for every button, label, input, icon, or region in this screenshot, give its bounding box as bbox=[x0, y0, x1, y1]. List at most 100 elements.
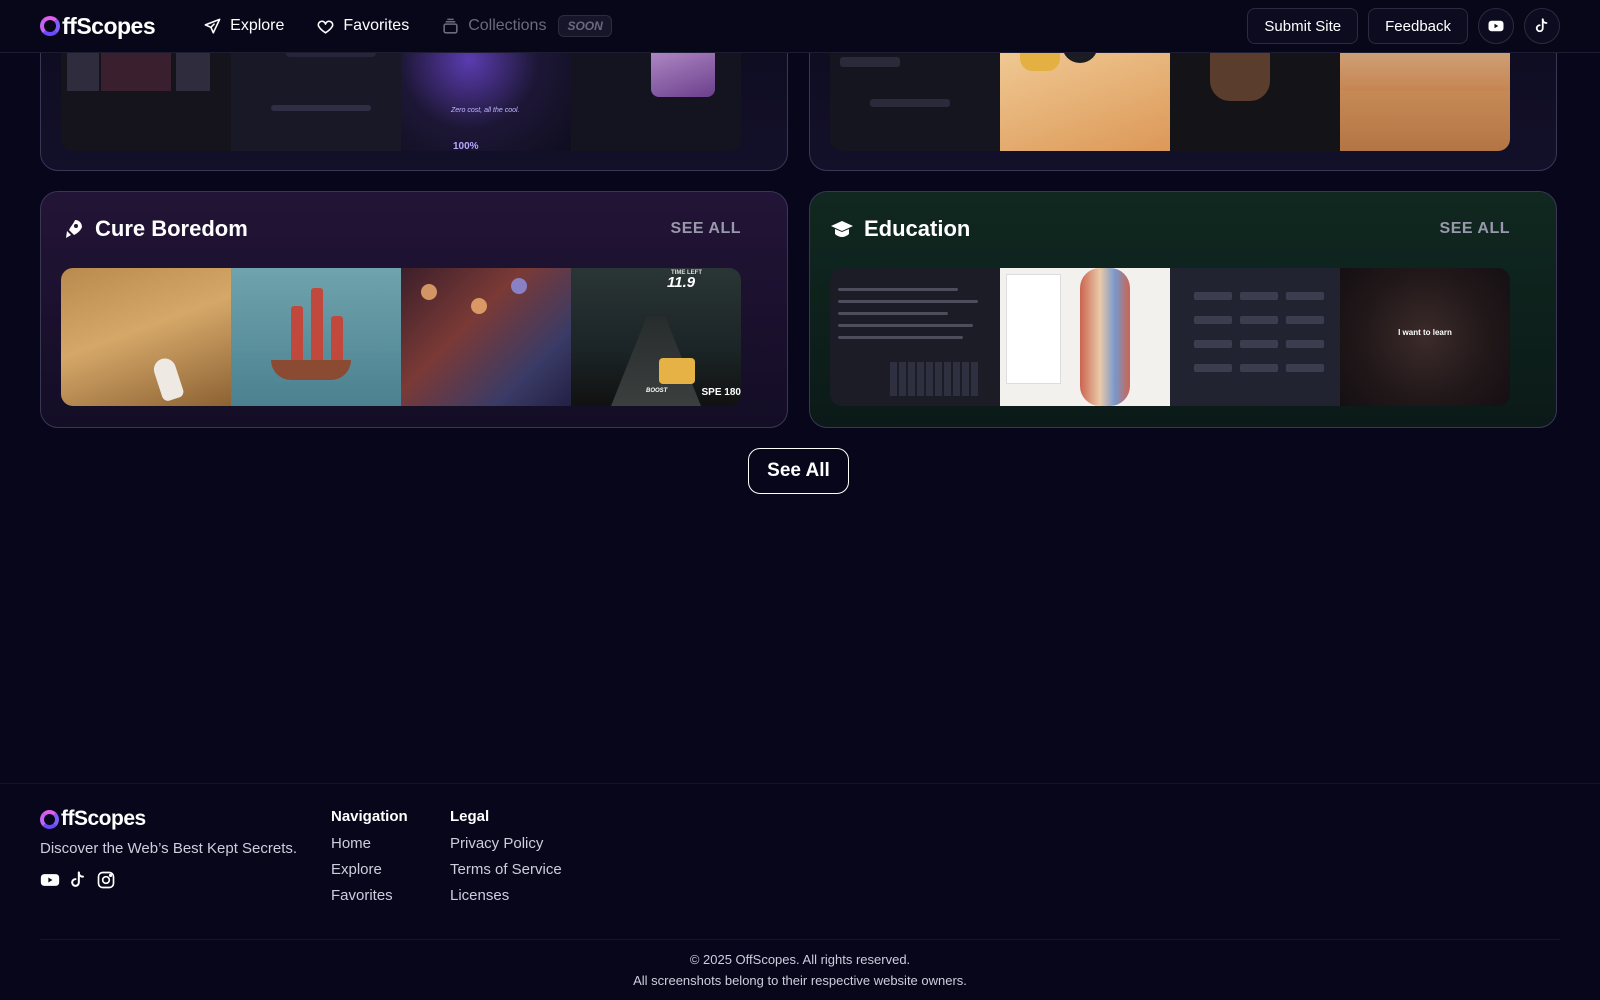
youtube-icon[interactable] bbox=[40, 870, 60, 890]
feedback-button[interactable]: Feedback bbox=[1368, 8, 1468, 44]
card-header: Education SEE ALL bbox=[830, 216, 1510, 242]
grid-cell bbox=[1286, 340, 1324, 348]
grid-cell bbox=[1286, 364, 1324, 372]
footer-tagline: Discover the Web’s Best Kept Secrets. bbox=[40, 840, 298, 857]
footer-divider bbox=[40, 939, 1560, 940]
logo[interactable]: ffScopes bbox=[40, 12, 156, 40]
see-all-link[interactable]: SEE ALL bbox=[671, 220, 741, 238]
logo-text: ffScopes bbox=[62, 12, 156, 39]
site-thumbnail[interactable] bbox=[1000, 268, 1170, 406]
grid-cell bbox=[1240, 364, 1278, 372]
footer-link-favorites[interactable]: Favorites bbox=[331, 887, 408, 904]
site-thumbnail[interactable] bbox=[830, 268, 1000, 406]
logo-o-ring bbox=[40, 16, 60, 36]
card-header: Cure Boredom SEE ALL bbox=[61, 216, 741, 242]
nav-collections: Collections SOON bbox=[441, 15, 612, 37]
text-line bbox=[838, 312, 948, 315]
car-shape bbox=[659, 358, 695, 384]
footer: ffScopes Discover the Web’s Best Kept Se… bbox=[0, 783, 1600, 1000]
anatomy-image bbox=[1080, 268, 1130, 406]
page: ffScopes Explore Favorites Collections S… bbox=[0, 0, 1600, 1000]
thumbnail-strip: TIME LEFT 11.9 BOOST SPE 180 bbox=[61, 268, 741, 406]
logo-text: ffScopes bbox=[61, 807, 146, 830]
grid-cell bbox=[1194, 292, 1232, 300]
nav-links: Explore Favorites Collections SOON bbox=[203, 15, 612, 37]
race-time: 11.9 bbox=[667, 274, 696, 291]
category-card-education[interactable]: Education SEE ALL I want to learn bbox=[809, 191, 1557, 428]
grid-cell bbox=[1194, 364, 1232, 372]
footer-navigation-heading: Navigation bbox=[331, 808, 408, 825]
nav-explore[interactable]: Explore bbox=[203, 17, 284, 36]
see-all-link[interactable]: SEE ALL bbox=[1440, 220, 1510, 238]
submit-site-button[interactable]: Submit Site bbox=[1247, 8, 1359, 44]
nav-favorites-label: Favorites bbox=[343, 17, 410, 34]
text-line bbox=[838, 288, 958, 291]
thumb-tile bbox=[271, 105, 371, 111]
logo-o-ring bbox=[40, 809, 59, 829]
side-panel bbox=[1006, 274, 1061, 384]
lantern-shape bbox=[421, 284, 437, 300]
heart-icon bbox=[317, 20, 334, 34]
grid-cell bbox=[1286, 316, 1324, 324]
thumb-field bbox=[840, 57, 900, 67]
thumb-tile bbox=[67, 51, 99, 91]
tower-shape bbox=[331, 316, 343, 366]
thumb-tile bbox=[101, 51, 171, 91]
race-boost: BOOST bbox=[646, 388, 668, 394]
boat-shape bbox=[271, 360, 351, 380]
footer-legal: Legal Privacy Policy Terms of Service Li… bbox=[450, 808, 562, 913]
grid-cell bbox=[1240, 316, 1278, 324]
footer-logo[interactable]: ffScopes bbox=[40, 807, 146, 831]
grid-cell bbox=[1240, 340, 1278, 348]
text-line bbox=[838, 324, 973, 327]
footer-copyright-block: © 2025 OffScopes. All rights reserved. A… bbox=[0, 949, 1600, 991]
site-thumbnail[interactable]: TIME LEFT 11.9 BOOST SPE 180 bbox=[571, 268, 741, 406]
nav-explore-label: Explore bbox=[230, 17, 285, 34]
paper-plane-icon bbox=[204, 18, 221, 34]
thumb-caption: Zero cost, all the cool. bbox=[451, 107, 520, 114]
lantern-shape bbox=[471, 298, 487, 314]
text-line bbox=[838, 336, 963, 339]
footer-link-privacy[interactable]: Privacy Policy bbox=[450, 835, 562, 852]
youtube-button[interactable] bbox=[1478, 8, 1514, 44]
thumb-tile bbox=[176, 51, 210, 91]
footer-link-home[interactable]: Home bbox=[331, 835, 408, 852]
instagram-icon[interactable] bbox=[96, 870, 116, 890]
nav-favorites[interactable]: Favorites bbox=[316, 17, 409, 36]
text-line bbox=[838, 300, 978, 303]
collections-icon bbox=[443, 18, 458, 34]
site-thumbnail[interactable] bbox=[401, 268, 571, 406]
thumb-percent: 100% bbox=[453, 141, 479, 151]
category-card-cure-boredom[interactable]: Cure Boredom SEE ALL TIME LEFT 11.9 BOOS… bbox=[40, 191, 788, 428]
tiktok-button[interactable] bbox=[1524, 8, 1560, 44]
site-thumbnail[interactable] bbox=[1170, 268, 1340, 406]
nav-actions: Submit Site Feedback bbox=[1247, 8, 1560, 44]
see-all-button[interactable]: See All bbox=[748, 448, 849, 494]
top-nav: ffScopes Explore Favorites Collections S… bbox=[0, 0, 1600, 53]
card-title: Cure Boredom bbox=[95, 216, 248, 241]
footer-link-explore[interactable]: Explore bbox=[331, 861, 408, 878]
footer-link-terms[interactable]: Terms of Service bbox=[450, 861, 562, 878]
grid-cell bbox=[1286, 292, 1324, 300]
footer-navigation: Navigation Home Explore Favorites bbox=[331, 808, 408, 913]
youtube-icon bbox=[1488, 20, 1504, 32]
footer-legal-heading: Legal bbox=[450, 808, 490, 825]
tiktok-icon[interactable] bbox=[68, 870, 88, 890]
graduation-cap-icon bbox=[831, 221, 853, 237]
site-thumbnail[interactable] bbox=[61, 268, 231, 406]
grid-cell bbox=[1194, 316, 1232, 324]
copyright-text: © 2025 OffScopes. All rights reserved. bbox=[689, 952, 911, 967]
tower-shape bbox=[311, 288, 323, 366]
disclaimer-text: All screenshots belong to their respecti… bbox=[633, 973, 967, 988]
rocket-icon bbox=[66, 220, 82, 238]
footer-link-licenses[interactable]: Licenses bbox=[450, 887, 562, 904]
grid-cell bbox=[1240, 292, 1278, 300]
site-thumbnail[interactable] bbox=[231, 268, 401, 406]
thumb-field bbox=[870, 99, 950, 107]
footer-social bbox=[40, 870, 116, 890]
site-thumbnail[interactable]: I want to learn bbox=[1340, 268, 1510, 406]
spaceship-image bbox=[151, 355, 185, 403]
tiktok-icon bbox=[1535, 18, 1548, 33]
race-speed: SPE 180 bbox=[701, 387, 741, 398]
soon-badge: SOON bbox=[558, 15, 612, 37]
